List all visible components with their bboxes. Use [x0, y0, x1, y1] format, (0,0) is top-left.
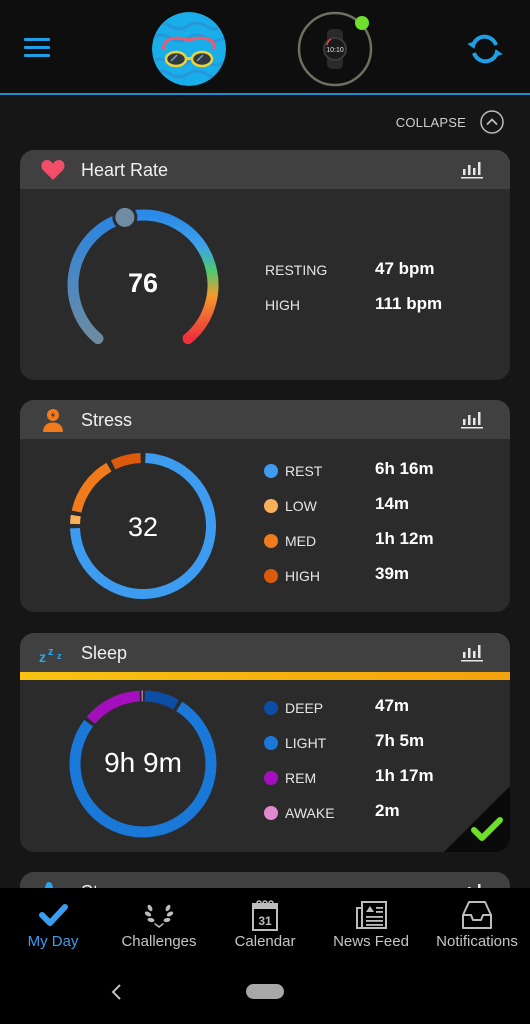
awake-legend-dot [264, 806, 278, 820]
high-stress-value: 39m [375, 564, 410, 583]
low-value: 14m [375, 494, 410, 513]
med-segment [71, 462, 112, 513]
heart-rate-card[interactable]: Heart Rate 76 RESTING 47 bpm HIGH 111 bp… [20, 150, 510, 380]
rem-legend-dot [264, 771, 278, 785]
sleep-complete-badge [444, 786, 510, 852]
heart-rate-gauge-marker [112, 204, 138, 230]
device-connected-status-dot [355, 16, 369, 30]
rest-legend-dot [264, 464, 278, 478]
stress-score: 32 [127, 512, 159, 542]
light-legend-dot [264, 736, 278, 750]
top-app-bar: 10:10 [0, 0, 530, 95]
my-day-content: COLLAPSE Heart Rate 76 RESTING 47 bpm HI… [0, 97, 530, 890]
nav-label: My Day [27, 933, 79, 950]
bottom-navigation: My Day Challenges 31 Calendar News Feed … [0, 888, 530, 1024]
sync-button[interactable] [466, 30, 504, 68]
nav-my-day[interactable]: My Day [0, 888, 106, 960]
deep-segment [144, 690, 179, 710]
rem-label: REM [285, 770, 317, 786]
checkmark-icon [39, 904, 68, 926]
home-pill-icon[interactable] [246, 984, 284, 999]
high-segment [110, 453, 141, 470]
rem-segment [86, 690, 141, 725]
nav-label: Notifications [436, 933, 518, 950]
awake-value: 2m [375, 801, 400, 820]
nav-news-feed[interactable]: News Feed [318, 888, 424, 960]
stress-card[interactable]: Stress 32 REST 6h 16m LOW 14m MED 1h 12m… [20, 400, 510, 612]
rest-label: REST [285, 463, 323, 479]
deep-legend-dot [264, 701, 278, 715]
heart-rate-current-value: 76 [127, 268, 159, 298]
light-label: LIGHT [285, 735, 327, 751]
sleep-card[interactable]: z z z Sleep 9h 9m DEEP 47m LIGHT 7h 5m R… [20, 633, 510, 852]
swim-goggles-avatar-icon [152, 12, 226, 86]
sleep-total: 9h 9m [104, 747, 182, 778]
low-legend-dot [264, 499, 278, 513]
nav-calendar[interactable]: 31 Calendar [212, 888, 318, 960]
high-value: 111 bpm [375, 294, 443, 313]
high-label: HIGH [265, 297, 300, 313]
inbox-tray-icon [462, 901, 492, 929]
med-legend-dot [264, 534, 278, 548]
collapse-button[interactable]: COLLAPSE [396, 110, 504, 134]
deep-label: DEEP [285, 700, 324, 716]
nav-label: News Feed [333, 933, 409, 950]
high-stress-label: HIGH [285, 568, 320, 584]
med-value: 1h 12m [375, 529, 434, 548]
collapse-label: COLLAPSE [395, 114, 466, 130]
med-label: MED [285, 533, 317, 549]
calendar-icon: 31 [252, 900, 278, 931]
nav-notifications[interactable]: Notifications [424, 888, 530, 960]
resting-value: 47 bpm [375, 259, 435, 278]
nav-label: Calendar [234, 933, 296, 950]
rest-value: 6h 16m [375, 459, 434, 478]
newspaper-icon [356, 901, 387, 929]
svg-text:10:10: 10:10 [326, 47, 344, 54]
profile-avatar[interactable] [152, 12, 226, 86]
low-segment [70, 514, 81, 525]
laurel-wreath-icon [144, 904, 174, 928]
sync-icon [467, 34, 503, 64]
rem-value: 1h 17m [375, 766, 434, 785]
resting-label: RESTING [265, 262, 328, 278]
nav-challenges[interactable]: Challenges [106, 888, 212, 960]
high-stress-legend-dot [264, 569, 278, 583]
back-chevron-icon[interactable] [108, 982, 126, 1002]
hamburger-menu-button[interactable] [24, 38, 52, 60]
svg-text:31: 31 [258, 914, 272, 928]
connected-device-button[interactable]: 10:10 [297, 11, 373, 87]
nav-label: Challenges [121, 933, 197, 950]
deep-value: 47m [375, 696, 410, 715]
low-label: LOW [285, 498, 317, 514]
chevron-up-circle-icon [480, 110, 504, 134]
light-value: 7h 5m [375, 731, 425, 750]
awake-label: AWAKE [285, 805, 335, 821]
